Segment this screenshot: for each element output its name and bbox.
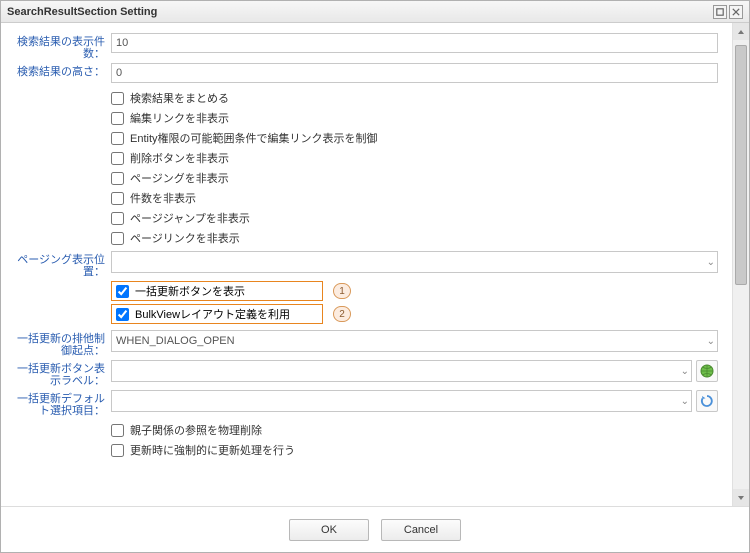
chevron-down-icon: ⌄ [681,396,689,407]
bulk-exclusive-value: WHEN_DIALOG_OPEN [116,335,235,347]
label-hide-page-jump: ページジャンプを非表示 [130,210,250,226]
bulk-update-btn-highlight: 一括更新ボタンを表示 [111,281,323,301]
label-display-count: 検索結果の表示件数： [9,33,109,60]
check-bulk-update-btn[interactable] [116,285,129,298]
label-physical-delete-parent: 親子関係の参照を物理削除 [130,422,262,438]
bulk-btn-label-select[interactable]: ⌄ [111,360,692,382]
close-icon[interactable] [729,5,743,19]
footer: OK Cancel [1,506,749,552]
check-hide-count[interactable] [111,192,124,205]
label-bulk-update-btn: 一括更新ボタンを表示 [135,283,245,299]
check-summarize[interactable] [111,92,124,105]
refresh-icon[interactable] [696,390,718,412]
titlebar: SearchResultSection Setting [1,1,749,23]
vertical-scrollbar[interactable] [732,23,749,506]
chevron-down-icon: ⌄ [707,336,715,347]
badge-1: 1 [333,283,351,299]
ok-button[interactable]: OK [289,519,369,541]
label-hide-count: 件数を非表示 [130,190,196,206]
bulk-view-layout-highlight: BulkViewレイアウト定義を利用 [111,304,323,324]
scroll-thumb[interactable] [735,45,747,285]
height-input[interactable] [111,63,718,83]
label-force-update: 更新時に強制的に更新処理を行う [130,442,295,458]
dialog: SearchResultSection Setting 検索結果の表示件数： 検… [0,0,750,553]
check-force-update[interactable] [111,444,124,457]
paging-pos-select[interactable]: ⌄ [111,251,718,273]
scroll-down-icon[interactable] [733,489,749,506]
scroll-up-icon[interactable] [733,23,749,40]
bulk-exclusive-select[interactable]: WHEN_DIALOG_OPEN ⌄ [111,330,718,352]
label-bulk-exclusive: 一括更新の排他制御起点： [9,330,109,357]
check-hide-edit-link[interactable] [111,112,124,125]
check-bulk-view-layout[interactable] [116,308,129,321]
label-hide-edit-link: 編集リンクを非表示 [130,110,229,126]
cancel-button[interactable]: Cancel [381,519,461,541]
label-entity-permission-edit: Entity権限の可能範囲条件で編集リンク表示を制御 [130,130,378,146]
check-entity-permission-edit[interactable] [111,132,124,145]
maximize-icon[interactable] [713,5,727,19]
badge-2: 2 [333,306,351,322]
label-paging-pos: ページング表示位置： [9,251,109,278]
check-hide-delete-btn[interactable] [111,152,124,165]
dialog-title: SearchResultSection Setting [7,6,157,18]
label-height: 検索結果の高さ： [9,63,109,78]
form-area: 検索結果の表示件数： 検索結果の高さ： 検索結果をまとめる 編集リンクを非表示 … [1,23,732,506]
globe-icon[interactable] [696,360,718,382]
bulk-default-item-select[interactable]: ⌄ [111,390,692,412]
check-hide-paging[interactable] [111,172,124,185]
label-hide-paging: ページングを非表示 [130,170,229,186]
chevron-down-icon: ⌄ [681,366,689,377]
check-physical-delete-parent[interactable] [111,424,124,437]
label-bulk-default-item: 一括更新デフォルト選択項目： [9,390,109,417]
check-hide-page-jump[interactable] [111,212,124,225]
label-bulk-btn-label: 一括更新ボタン表示ラベル： [9,360,109,387]
display-count-input[interactable] [111,33,718,53]
label-hide-page-link: ページリンクを非表示 [130,230,240,246]
label-hide-delete-btn: 削除ボタンを非表示 [130,150,229,166]
label-bulk-view-layout: BulkViewレイアウト定義を利用 [135,306,290,322]
label-summarize: 検索結果をまとめる [130,90,229,106]
chevron-down-icon: ⌄ [707,257,715,268]
check-hide-page-link[interactable] [111,232,124,245]
